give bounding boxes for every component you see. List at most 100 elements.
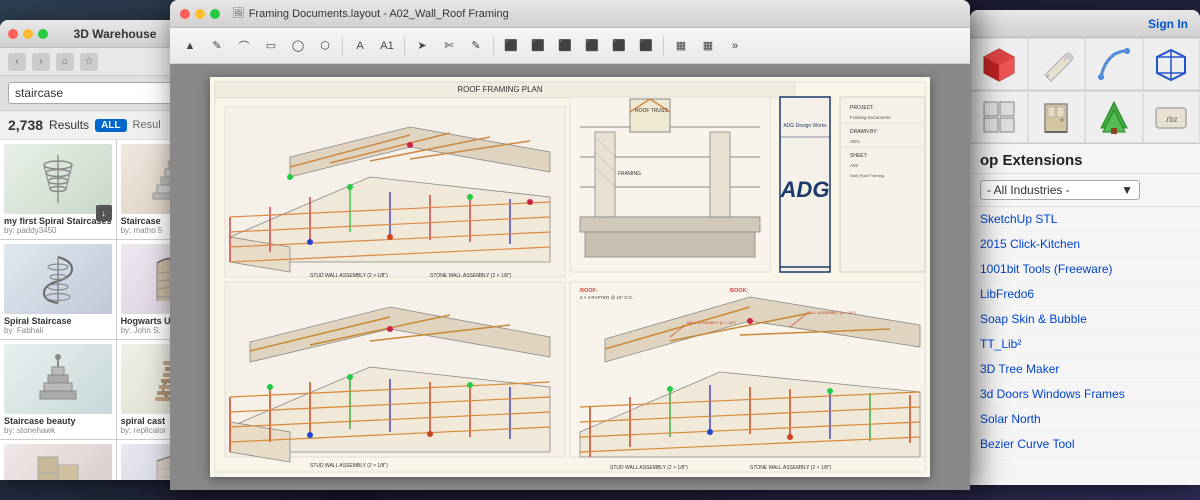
- canvas-paper: ROOF FRAMING PLAN: [210, 77, 930, 477]
- list-item[interactable]: LibFredo6: [970, 282, 1200, 307]
- dropdown-arrow-icon: ▼: [1121, 183, 1133, 197]
- minimize-dot[interactable]: [195, 9, 205, 19]
- circle-tool[interactable]: ◯: [286, 34, 310, 58]
- layout-canvas: ROOF FRAMING PLAN: [170, 64, 970, 490]
- ext-icon-cell[interactable]: [1085, 91, 1143, 143]
- text-tool[interactable]: A: [348, 34, 372, 58]
- list-item[interactable]: TT_Lib²: [970, 332, 1200, 357]
- grid-icon: [980, 98, 1018, 136]
- list-item[interactable]: Spiral Staircase by: Fabhali: [0, 240, 116, 339]
- extension-name: TT_Lib²: [980, 337, 1021, 351]
- close-dot[interactable]: [180, 9, 190, 19]
- ext-icon-cell[interactable]: [1028, 91, 1086, 143]
- align-right[interactable]: ⬛: [553, 34, 577, 58]
- sign-in-button[interactable]: Sign In: [1148, 17, 1188, 31]
- staircase-icon: [34, 453, 82, 480]
- item-thumbnail: [4, 344, 112, 414]
- maximize-dot[interactable]: [38, 29, 48, 39]
- toolbar-separator: [404, 36, 405, 56]
- list-item[interactable]: SketchUp STL: [970, 207, 1200, 232]
- align-bottom[interactable]: ⬛: [634, 34, 658, 58]
- align-left[interactable]: ⬛: [499, 34, 523, 58]
- extension-name: LibFredo6: [980, 287, 1034, 301]
- list-item[interactable]: Staircase beauty by: stonehawk: [0, 340, 116, 439]
- extension-name: 3d Doors Windows Frames: [980, 387, 1125, 401]
- pencil-tool[interactable]: ✎: [205, 34, 229, 58]
- curve-icon: [1095, 45, 1133, 83]
- extensions-list: SketchUp STL 2015 Click-Kitchen 1001bit …: [970, 207, 1200, 485]
- chart-tool[interactable]: ▦: [696, 34, 720, 58]
- extensions-title-text: op Extensions: [980, 152, 1083, 169]
- extension-name: 1001bit Tools (Freeware): [980, 262, 1113, 276]
- back-button[interactable]: ‹: [8, 53, 26, 71]
- svg-text:2 × 4 RAFTER @ 16" O.C.: 2 × 4 RAFTER @ 16" O.C.: [580, 295, 634, 300]
- item-author: by: paddy3450: [4, 226, 112, 235]
- select-tool[interactable]: ▲: [178, 34, 202, 58]
- list-item[interactable]: Solar North: [970, 407, 1200, 432]
- list-item[interactable]: Soap Skin & Bubble: [970, 307, 1200, 332]
- list-item[interactable]: Bezier Curve Tool: [970, 432, 1200, 457]
- extensions-panel: Sign In: [970, 10, 1200, 485]
- item-thumbnail: [4, 144, 112, 214]
- svg-text:STUD WALL ASSEMBLY (2 × 1/8"): STUD WALL ASSEMBLY (2 × 1/8"): [610, 465, 688, 471]
- extension-name: Soap Skin & Bubble: [980, 312, 1087, 326]
- more-tools[interactable]: »: [723, 34, 747, 58]
- paint-tool[interactable]: ✎: [464, 34, 488, 58]
- maximize-dot[interactable]: [210, 9, 220, 19]
- results-count: 2,738: [8, 117, 43, 133]
- home-button[interactable]: ⌂: [56, 53, 74, 71]
- industry-filter[interactable]: - All Industries - ▼: [980, 180, 1140, 200]
- list-item[interactable]: 3d Doors Windows Frames: [970, 382, 1200, 407]
- svg-text:FRAMING: FRAMING: [618, 171, 641, 177]
- ext-icon-cell[interactable]: [1085, 38, 1143, 90]
- minimize-dot[interactable]: [23, 29, 33, 39]
- ext-icon-cell[interactable]: .rbz: [1143, 91, 1200, 143]
- svg-text:ROOF FRAMING PLAN: ROOF FRAMING PLAN: [457, 85, 543, 94]
- svg-text:STUD WALL ASSEMBLY (2 × 1/8"): STUD WALL ASSEMBLY (2 × 1/8"): [310, 273, 388, 279]
- svg-text:BOOK:: BOOK:: [730, 288, 749, 294]
- plugin-icon: .rbz: [1152, 98, 1190, 136]
- list-item[interactable]: Right Angle Staircase by: John F.: [0, 440, 116, 480]
- item-author: by: stonehawk: [4, 426, 112, 435]
- all-tag[interactable]: ALL: [95, 119, 126, 132]
- extension-icons-row2: .rbz: [970, 91, 1200, 144]
- ext-icon-cell[interactable]: [1028, 38, 1086, 90]
- close-dot[interactable]: [8, 29, 18, 39]
- scissors-tool[interactable]: ✄: [437, 34, 461, 58]
- text-box-tool[interactable]: A1: [375, 34, 399, 58]
- align-center[interactable]: ⬛: [526, 34, 550, 58]
- table-tool[interactable]: ▦: [669, 34, 693, 58]
- list-item[interactable]: 1001bit Tools (Freeware): [970, 257, 1200, 282]
- svg-text:.rbz: .rbz: [1165, 115, 1178, 124]
- extensions-title: op Extensions: [970, 144, 1200, 174]
- rect-tool[interactable]: ▭: [259, 34, 283, 58]
- svg-text:Framing Documents: Framing Documents: [850, 115, 891, 120]
- layout-title-text: Framing Documents.layout - A02_Wall_Roof…: [249, 8, 509, 20]
- ext-icon-cell[interactable]: [1143, 38, 1200, 90]
- toolbar-separator: [493, 36, 494, 56]
- toolbar-separator: [342, 36, 343, 56]
- polygon-tool[interactable]: ⬡: [313, 34, 337, 58]
- ext-icon-cell[interactable]: [970, 38, 1028, 90]
- move-tool[interactable]: ➤: [410, 34, 434, 58]
- layout-titlebar: 🖼 Framing Documents.layout - A02_Wall_Ro…: [170, 0, 970, 28]
- ext-icon-cell[interactable]: [970, 91, 1028, 143]
- align-middle[interactable]: ⬛: [607, 34, 631, 58]
- arc-tool[interactable]: ⌒: [232, 34, 256, 58]
- cube-icon: [980, 45, 1018, 83]
- extension-name: 3D Tree Maker: [980, 362, 1059, 376]
- list-item[interactable]: 3D Tree Maker: [970, 357, 1200, 382]
- download-button[interactable]: ↓: [96, 205, 112, 221]
- list-item[interactable]: 2015 Click-Kitchen: [970, 232, 1200, 257]
- results-label: Results: [49, 118, 89, 132]
- extensions-filter[interactable]: - All Industries - ▼: [970, 174, 1200, 207]
- align-top[interactable]: ⬛: [580, 34, 604, 58]
- list-item[interactable]: ↓ my first Spiral Staircases by: paddy34…: [0, 140, 116, 239]
- svg-text:BALL ASSEMBLY (2 × 1/8"): BALL ASSEMBLY (2 × 1/8"): [807, 310, 857, 315]
- file-icon: 🖼: [232, 8, 245, 19]
- layout-toolbar: ▲ ✎ ⌒ ▭ ◯ ⬡ A A1 ➤ ✄ ✎ ⬛ ⬛ ⬛ ⬛ ⬛ ⬛ ▦ ▦ »: [170, 28, 970, 64]
- toolbar-separator: [663, 36, 664, 56]
- star-button[interactable]: ☆: [80, 53, 98, 71]
- forward-button[interactable]: ›: [32, 53, 50, 71]
- svg-text:BALL ASSEMBLY (2 × 1/8"): BALL ASSEMBLY (2 × 1/8"): [687, 320, 737, 325]
